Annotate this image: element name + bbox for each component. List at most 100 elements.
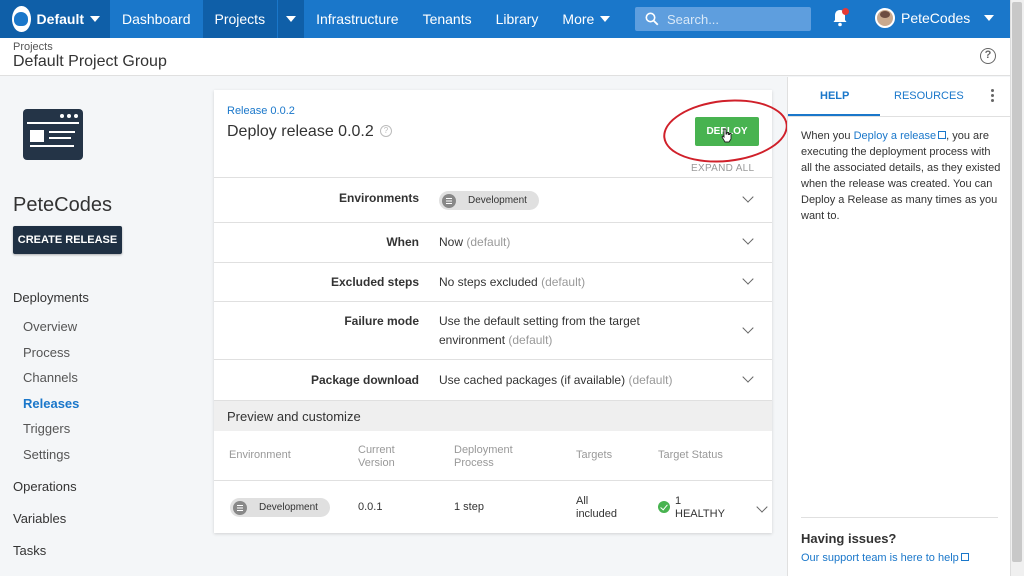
preview-title: Preview and customize — [227, 409, 361, 424]
sidebar-section-tasks[interactable]: Tasks — [13, 543, 46, 558]
help-icon[interactable]: ? — [380, 125, 392, 137]
chevron-down-icon[interactable] — [742, 371, 754, 383]
option-label: Excluded steps — [330, 275, 419, 289]
release-link[interactable]: Release 0.0.2 — [227, 105, 295, 117]
projects-dropdown-button[interactable] — [278, 0, 305, 38]
option-environments[interactable]: Environments Development — [214, 177, 772, 222]
nav-library[interactable]: Library — [484, 0, 551, 38]
option-package-download[interactable]: Package download Use cached packages (if… — [214, 359, 772, 400]
option-value-text: Now — [439, 235, 464, 249]
space-selector[interactable]: Default — [0, 0, 110, 38]
option-label: When — [386, 235, 419, 249]
column-header-line: Process — [454, 457, 494, 469]
environment-icon — [233, 500, 247, 515]
space-name: Default — [36, 11, 84, 27]
sidebar-item-channels[interactable]: Channels — [23, 370, 78, 385]
top-navigation: Default Dashboard Projects Infrastructur… — [0, 0, 1010, 38]
nav-projects[interactable]: Projects — [202, 0, 278, 38]
nav-tenants[interactable]: Tenants — [411, 0, 484, 38]
environment-icon — [442, 193, 456, 208]
hand-cursor-icon — [721, 128, 732, 143]
option-value: Development — [439, 191, 539, 214]
sidebar-section-variables[interactable]: Variables — [13, 511, 66, 526]
sidebar-section-deployments[interactable]: Deployments — [13, 290, 89, 305]
sidebar-item-triggers[interactable]: Triggers — [23, 421, 70, 436]
tab-help[interactable]: HELP — [820, 90, 849, 102]
option-value-text: environment — [439, 333, 506, 347]
support-link[interactable]: Our support team is here to help — [801, 552, 969, 564]
avatar — [875, 8, 895, 28]
environment-chip-label: Development — [259, 502, 318, 513]
help-text-after: , you are executing the deployment proce… — [801, 130, 1001, 222]
tab-resources[interactable]: RESOURCES — [894, 90, 964, 102]
help-text-before: When you — [801, 130, 854, 142]
breadcrumb[interactable]: Projects — [13, 41, 53, 53]
preview-header: Preview and customize — [214, 400, 772, 431]
column-header-deployment-process: Deployment Process — [454, 444, 513, 470]
option-label: Package download — [310, 373, 419, 387]
option-value: Use cached packages (if available) (defa… — [439, 371, 672, 390]
status-line: 1 — [675, 495, 682, 507]
chevron-down-icon[interactable] — [742, 273, 754, 285]
nav-infrastructure[interactable]: Infrastructure — [304, 0, 410, 38]
option-when[interactable]: When Now (default) — [214, 222, 772, 262]
chevron-down-icon[interactable] — [742, 191, 754, 203]
targets-cell: All included — [576, 495, 617, 521]
target-status-cell: 1 HEALTHY — [675, 495, 725, 521]
option-value-text: No steps excluded — [439, 275, 538, 289]
release-title: Deploy release 0.0.2 — [227, 123, 374, 140]
support-link-label: Our support team is here to help — [801, 552, 959, 564]
user-name: PeteCodes — [901, 10, 971, 26]
column-header-current-version: Current Version — [358, 444, 395, 470]
tab-divider — [788, 116, 1011, 117]
chevron-down-icon[interactable] — [742, 233, 754, 245]
column-header-line: Version — [358, 457, 395, 469]
option-value: Use the default setting from the target e… — [439, 312, 640, 350]
create-release-button[interactable]: CREATE RELEASE — [13, 226, 122, 254]
targets-line: included — [576, 508, 617, 520]
column-header-line: Deployment — [454, 444, 513, 456]
default-hint: (default) — [541, 275, 586, 289]
chevron-down-icon — [286, 16, 297, 22]
nav-more-label: More — [562, 11, 595, 27]
help-text: When you Deploy a release, you are execu… — [801, 128, 1001, 224]
project-logo-icon — [23, 109, 83, 160]
column-header-targets: Targets — [576, 449, 613, 461]
option-excluded-steps[interactable]: Excluded steps No steps excluded (defaul… — [214, 262, 772, 301]
search-input[interactable] — [667, 11, 797, 27]
healthy-check-icon — [658, 501, 670, 513]
option-label: Environments — [338, 191, 419, 205]
octopus-logo-icon — [12, 6, 31, 32]
sidebar-item-process[interactable]: Process — [23, 345, 70, 360]
process-cell: 1 step — [454, 501, 484, 513]
option-value: Now (default) — [439, 233, 510, 252]
default-hint: (default) — [628, 373, 673, 387]
page-header: Projects Default Project Group ? — [0, 38, 1010, 76]
more-vert-icon[interactable] — [991, 89, 994, 104]
sidebar-section-operations[interactable]: Operations — [13, 479, 77, 494]
external-link-icon — [938, 131, 947, 139]
search-box[interactable] — [635, 7, 811, 31]
sidebar-item-overview[interactable]: Overview — [23, 319, 77, 334]
chevron-down-icon[interactable] — [742, 322, 754, 334]
user-menu[interactable]: PeteCodes — [875, 8, 995, 28]
table-divider — [214, 480, 772, 481]
sidebar-item-settings[interactable]: Settings — [23, 447, 70, 462]
option-failure-mode[interactable]: Failure mode Use the default setting fro… — [214, 301, 772, 359]
help-icon[interactable]: ? — [980, 48, 996, 64]
chevron-down-icon[interactable] — [756, 501, 768, 513]
environment-chip: Development — [439, 191, 539, 210]
sidebar-item-releases[interactable]: Releases — [23, 396, 79, 411]
status-line: HEALTHY — [675, 508, 725, 520]
page-title: Default Project Group — [13, 53, 167, 70]
nav-more[interactable]: More — [550, 0, 622, 38]
option-value-text: Use cached packages (if available) — [439, 373, 626, 387]
deploy-release-link[interactable]: Deploy a release — [854, 130, 937, 142]
nav-dashboard[interactable]: Dashboard — [110, 0, 203, 38]
external-link-icon — [960, 553, 969, 561]
column-header-line: Current — [358, 444, 395, 456]
chevron-down-icon — [90, 16, 100, 22]
option-label: Failure mode — [344, 314, 419, 328]
scrollbar-thumb[interactable] — [1012, 2, 1022, 562]
expand-all-link[interactable]: EXPAND ALL — [691, 163, 754, 174]
